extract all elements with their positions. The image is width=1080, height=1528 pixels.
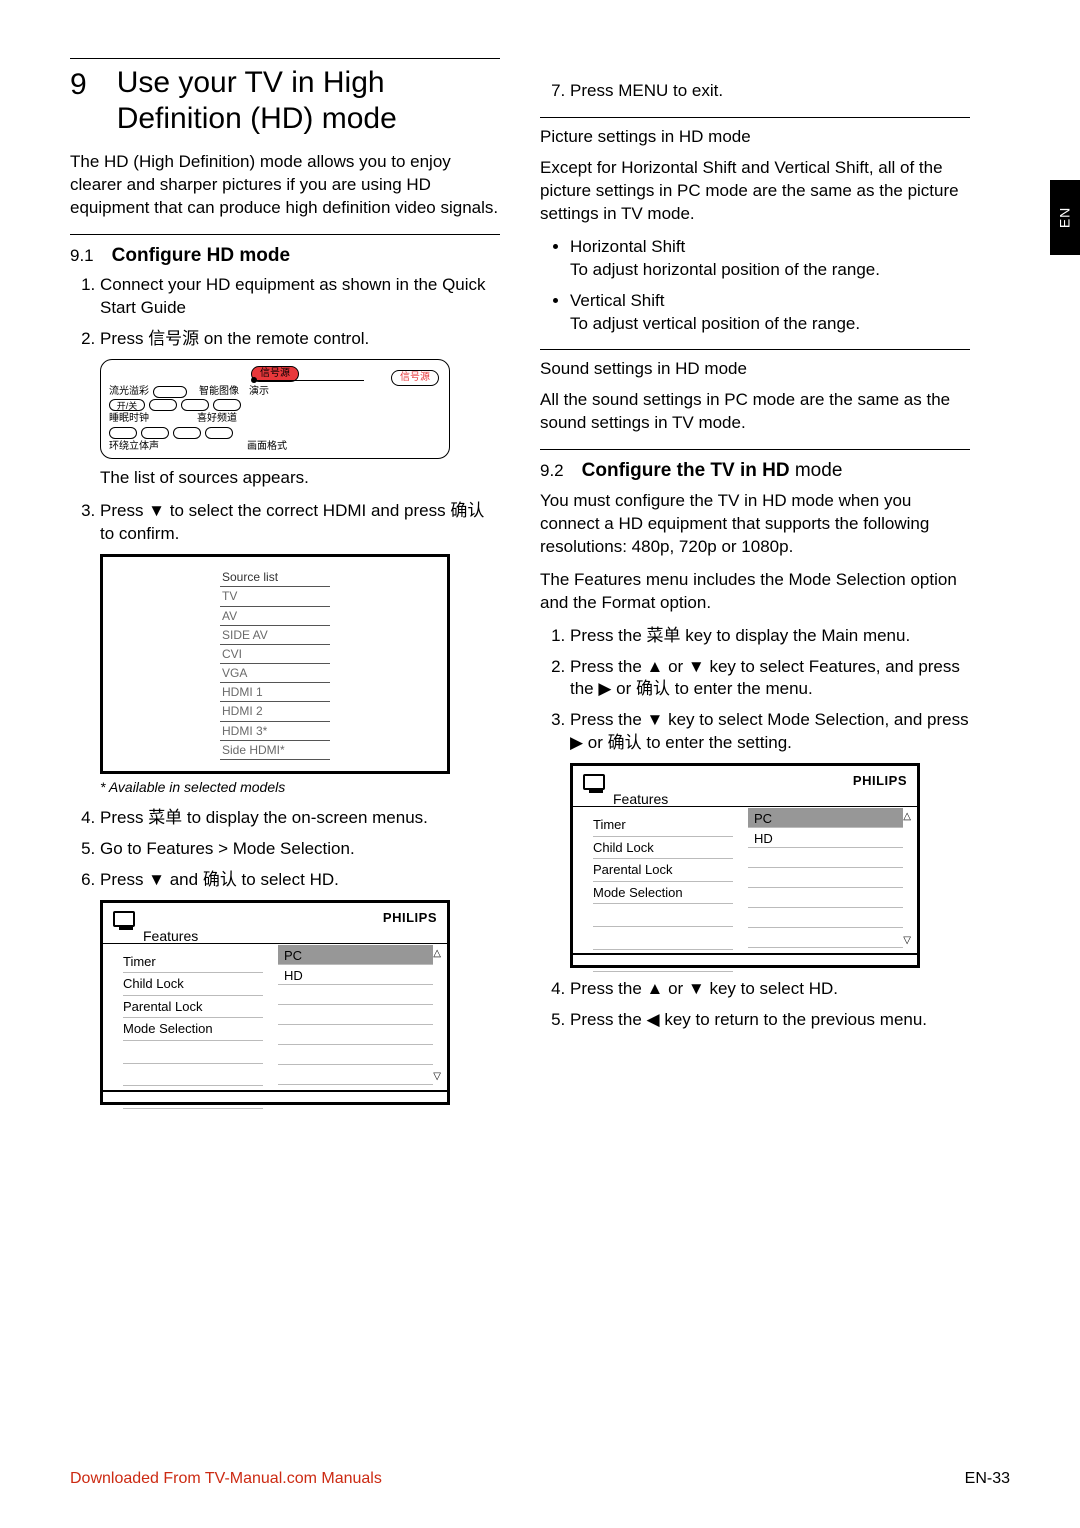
- section-9-1-heading: 9.1 Configure HD mode: [70, 234, 500, 269]
- osd-item: Child Lock: [123, 973, 263, 996]
- osd-item: Timer: [593, 814, 733, 837]
- osd-option: HD: [278, 965, 433, 985]
- osd-item: Parental Lock: [593, 859, 733, 882]
- steps-9-1-cont: Press ▼ to select the correct HDMI and p…: [70, 500, 500, 546]
- remote-diagram: 信号源 流光溢彩 智能图像 演示 开/关 睡眠时钟 喜好频道: [100, 359, 450, 459]
- step-7: Press MENU to exit.: [570, 80, 970, 103]
- source-item: SIDE AV: [220, 626, 330, 645]
- osd-right-items: PC HD: [278, 945, 433, 1085]
- scroll-up-icon: △: [903, 810, 911, 824]
- osd-option: HD: [748, 828, 903, 848]
- osd-features-left: PHILIPS Features Timer Child Lock Parent…: [100, 900, 450, 1105]
- brand-label: PHILIPS: [853, 772, 907, 790]
- osd-item: Mode Selection: [123, 1018, 263, 1041]
- osd-left-items: Timer Child Lock Parental Lock Mode Sele…: [593, 814, 733, 972]
- chapter-heading: 9 Use your TV in High Definition (HD) mo…: [70, 58, 500, 137]
- osd-item: [123, 1041, 263, 1064]
- source-list-header: Source list: [220, 568, 330, 587]
- section-number: 9.2: [540, 460, 564, 483]
- picture-settings-heading: Picture settings in HD mode: [540, 117, 970, 149]
- right-column: Press MENU to exit. Picture settings in …: [540, 58, 970, 1109]
- steps-9-1: Connect your HD equipment as shown in th…: [70, 274, 500, 351]
- section-number: 9.1: [70, 245, 94, 268]
- step-9-2-2: Press the ▲ or ▼ key to select Features,…: [570, 656, 970, 702]
- source-item: AV: [220, 607, 330, 626]
- horizontal-shift: Horizontal Shift To adjust horizontal po…: [570, 236, 970, 282]
- section-9-2-heading: 9.2 Configure the TV in HD mode: [540, 449, 970, 484]
- page-number: EN-33: [965, 1468, 1010, 1490]
- steps-9-2-cont: Press the ▲ or ▼ key to select HD. Press…: [540, 978, 970, 1032]
- chapter-number: 9: [70, 65, 87, 106]
- step-9-2-3: Press the ▼ key to select Mode Selection…: [570, 709, 970, 755]
- source-list: Source list TV AV SIDE AV CVI VGA HDMI 1…: [220, 568, 330, 760]
- source-item: TV: [220, 587, 330, 606]
- source-item: Side HDMI*: [220, 741, 330, 760]
- osd-item: Mode Selection: [593, 882, 733, 905]
- steps-9-1-end: Press MENU to exit.: [540, 80, 970, 103]
- left-column: 9 Use your TV in High Definition (HD) mo…: [70, 58, 500, 1109]
- source-list-screen: Source list TV AV SIDE AV CVI VGA HDMI 1…: [100, 554, 450, 774]
- chapter-title: Use your TV in High Definition (HD) mode: [117, 65, 500, 137]
- osd-item: Parental Lock: [123, 996, 263, 1019]
- step-5: Go to Features > Mode Selection.: [100, 838, 500, 861]
- osd-item: Child Lock: [593, 837, 733, 860]
- page-footer: Downloaded From TV-Manual.com Manuals EN…: [70, 1468, 1010, 1490]
- osd-option-selected: PC: [748, 808, 903, 828]
- tv-icon: [583, 774, 605, 790]
- sound-settings-body: All the sound settings in PC mode are th…: [540, 389, 970, 435]
- shift-list: Horizontal Shift To adjust horizontal po…: [540, 236, 970, 336]
- step-9-2-1: Press the 菜单 key to display the Main men…: [570, 625, 970, 648]
- p-9-2-2: The Features menu includes the Mode Sele…: [540, 569, 970, 615]
- osd-right-items: PC HD: [748, 808, 903, 948]
- osd-features-right: PHILIPS Features Timer Child Lock Parent…: [570, 763, 920, 968]
- scroll-down-icon: ▽: [433, 1070, 441, 1084]
- vertical-shift: Vertical Shift To adjust vertical positi…: [570, 290, 970, 336]
- scroll-up-icon: △: [433, 947, 441, 961]
- osd-item: [123, 1064, 263, 1087]
- after-remote-text: The list of sources appears.: [100, 467, 500, 490]
- step-9-2-4: Press the ▲ or ▼ key to select HD.: [570, 978, 970, 1001]
- source-item: VGA: [220, 664, 330, 683]
- sound-settings-heading: Sound settings in HD mode: [540, 349, 970, 381]
- step-3: Press ▼ to select the correct HDMI and p…: [100, 500, 500, 546]
- step-2: Press 信号源 on the remote control.: [100, 328, 500, 351]
- language-tab: EN: [1050, 180, 1080, 255]
- step-1: Connect your HD equipment as shown in th…: [100, 274, 500, 320]
- section-title: Configure the TV in HD mode: [582, 458, 843, 484]
- osd-item: Timer: [123, 951, 263, 974]
- tv-icon: [113, 911, 135, 927]
- brand-label: PHILIPS: [383, 909, 437, 927]
- page-content: 9 Use your TV in High Definition (HD) mo…: [70, 58, 1010, 1109]
- osd-option-selected: PC: [278, 945, 433, 965]
- source-item: CVI: [220, 645, 330, 664]
- note-selected-models: * Available in selected models: [100, 778, 500, 797]
- remote-callout: 信号源: [391, 370, 439, 386]
- section-title: Configure HD mode: [112, 243, 290, 269]
- step-4: Press 菜单 to display the on-screen menus.: [100, 807, 500, 830]
- picture-settings-body: Except for Horizontal Shift and Vertical…: [540, 157, 970, 226]
- source-item: HDMI 3*: [220, 722, 330, 741]
- source-item: HDMI 2: [220, 702, 330, 721]
- download-source: Downloaded From TV-Manual.com Manuals: [70, 1468, 382, 1490]
- p-9-2-1: You must configure the TV in HD mode whe…: [540, 490, 970, 559]
- steps-9-1-cont2: Press 菜单 to display the on-screen menus.…: [70, 807, 500, 892]
- scroll-down-icon: ▽: [903, 934, 911, 948]
- step-9-2-5: Press the ◀ key to return to the previou…: [570, 1009, 970, 1032]
- step-6: Press ▼ and 确认 to select HD.: [100, 869, 500, 892]
- source-item: HDMI 1: [220, 683, 330, 702]
- intro-paragraph: The HD (High Definition) mode allows you…: [70, 151, 500, 220]
- steps-9-2: Press the 菜单 key to display the Main men…: [540, 625, 970, 756]
- osd-left-items: Timer Child Lock Parental Lock Mode Sele…: [123, 951, 263, 1109]
